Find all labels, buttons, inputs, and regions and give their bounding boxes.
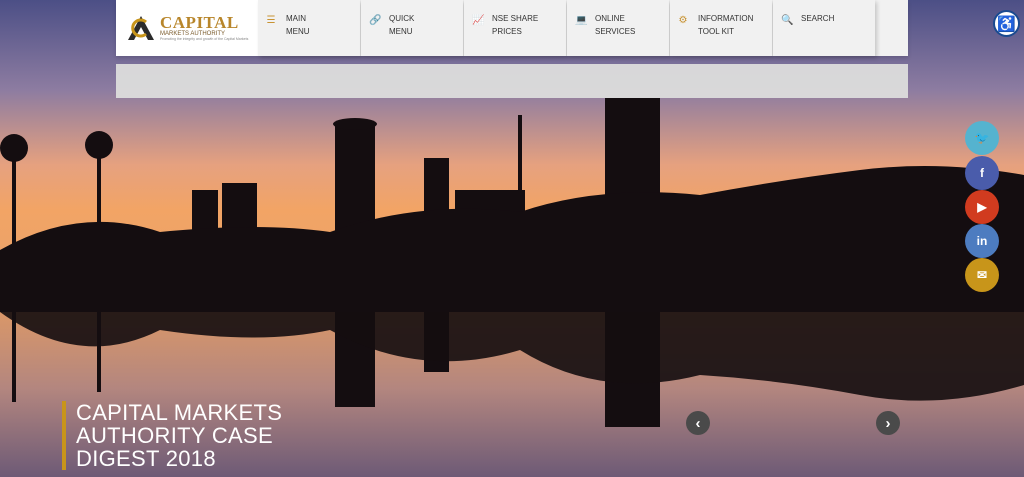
nav-search[interactable]: 🔍 SEARCH bbox=[773, 0, 875, 56]
linkedin-link[interactable]: in bbox=[965, 224, 999, 258]
list-icon: ☰ bbox=[266, 15, 276, 26]
chart-icon: 📈 bbox=[472, 15, 485, 26]
logo-mark-icon bbox=[128, 16, 154, 40]
link-icon: 🔗 bbox=[369, 15, 382, 26]
accessibility-button[interactable]: ♿ bbox=[993, 10, 1020, 37]
youtube-icon: ▶ bbox=[977, 200, 987, 214]
chevron-right-icon: › bbox=[885, 414, 891, 432]
email-link[interactable]: ✉ bbox=[965, 258, 999, 292]
twitter-link[interactable]: 🐦 bbox=[965, 121, 999, 155]
gears-icon: ⚙ bbox=[678, 15, 688, 26]
facebook-link[interactable]: f bbox=[965, 156, 999, 190]
top-navigation-bar: CAPITAL MARKETS AUTHORITY Promoting the … bbox=[116, 0, 908, 56]
caption-line-3: DIGEST 2018 bbox=[76, 446, 216, 471]
search-icon: 🔍 bbox=[781, 15, 794, 26]
facebook-icon: f bbox=[980, 166, 984, 180]
nav-information-tool-kit[interactable]: ⚙ INFORMATION TOOL KIT bbox=[670, 0, 772, 56]
logo-tagline: Promoting the integrity and growth of th… bbox=[160, 37, 249, 42]
cma-logo[interactable]: CAPITAL MARKETS AUTHORITY Promoting the … bbox=[116, 0, 258, 56]
caption-line-1: CAPITAL MARKETS bbox=[76, 400, 283, 425]
nav-quick-menu[interactable]: 🔗 QUICK MENU bbox=[361, 0, 463, 56]
carousel-prev-button[interactable]: ‹ bbox=[686, 411, 710, 435]
linkedin-icon: in bbox=[976, 234, 988, 248]
wheelchair-icon: ♿ bbox=[997, 15, 1016, 33]
carousel-next-button[interactable]: › bbox=[876, 411, 900, 435]
caption-line-2: AUTHORITY CASE bbox=[76, 423, 273, 448]
laptop-icon: 💻 bbox=[575, 15, 588, 26]
logo-title: CAPITAL bbox=[160, 13, 239, 33]
slide-caption[interactable]: CAPITAL MARKETS AUTHORITY CASE DIGEST 20… bbox=[62, 401, 282, 470]
nav-online-services[interactable]: 💻 ONLINE SERVICES bbox=[567, 0, 669, 56]
nav-main-menu[interactable]: ☰ MAIN MENU bbox=[258, 0, 360, 56]
youtube-link[interactable]: ▶ bbox=[965, 190, 999, 224]
twitter-icon: 🐦 bbox=[974, 131, 990, 145]
chevron-left-icon: ‹ bbox=[695, 414, 701, 432]
sub-navigation-bar bbox=[116, 64, 908, 98]
envelope-icon: ✉ bbox=[976, 268, 988, 282]
nav-nse-share-prices[interactable]: 📈 NSE SHARE PRICES bbox=[464, 0, 566, 56]
